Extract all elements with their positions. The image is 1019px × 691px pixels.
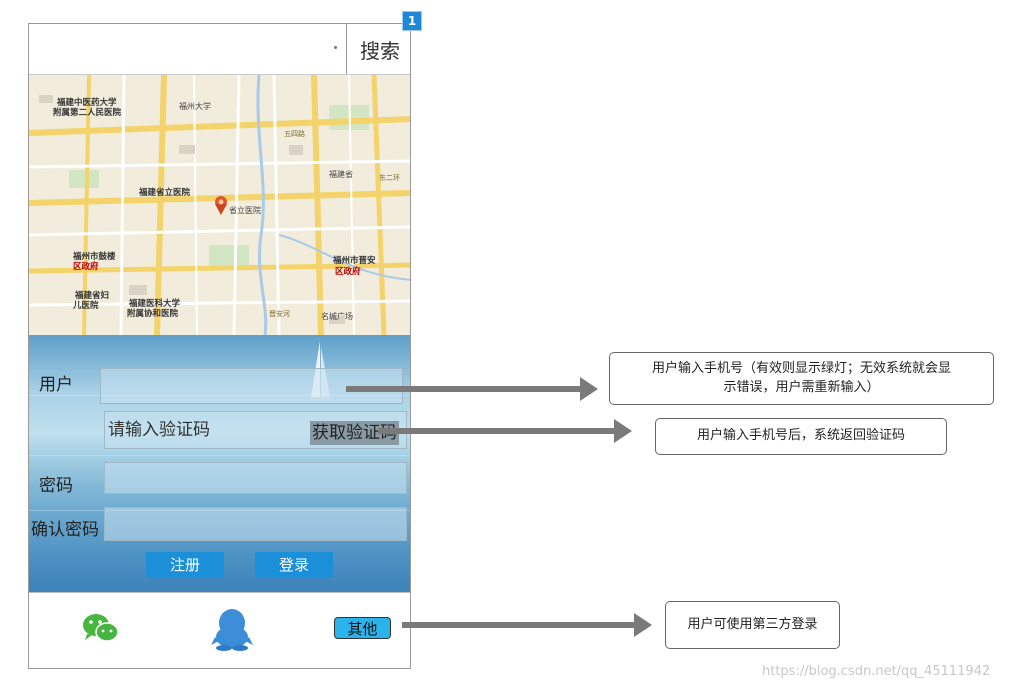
note-phone-validation: 用户输入手机号（有效则显示绿灯；无效系统就会显 示错误，用户需重新输入） <box>609 352 994 405</box>
arrow-icon <box>346 377 598 401</box>
note-text: 用户输入手机号后，系统返回验证码 <box>696 428 905 444</box>
note-line: 用户输入手机号（有效则显示绿灯；无效系统就会显 <box>651 360 951 376</box>
arrow-icon <box>402 613 652 637</box>
annotation-arrows <box>346 377 652 637</box>
note-line: 示错误，用户需重新输入） <box>723 379 880 395</box>
arrow-icon <box>378 419 632 443</box>
watermark: https://blog.csdn.net/qq_45111942 <box>762 664 991 679</box>
note-text: 用户可使用第三方登录 <box>687 616 818 632</box>
note-third-party: 用户可使用第三方登录 <box>665 601 840 649</box>
note-verification-code: 用户输入手机号后，系统返回验证码 <box>655 418 947 455</box>
